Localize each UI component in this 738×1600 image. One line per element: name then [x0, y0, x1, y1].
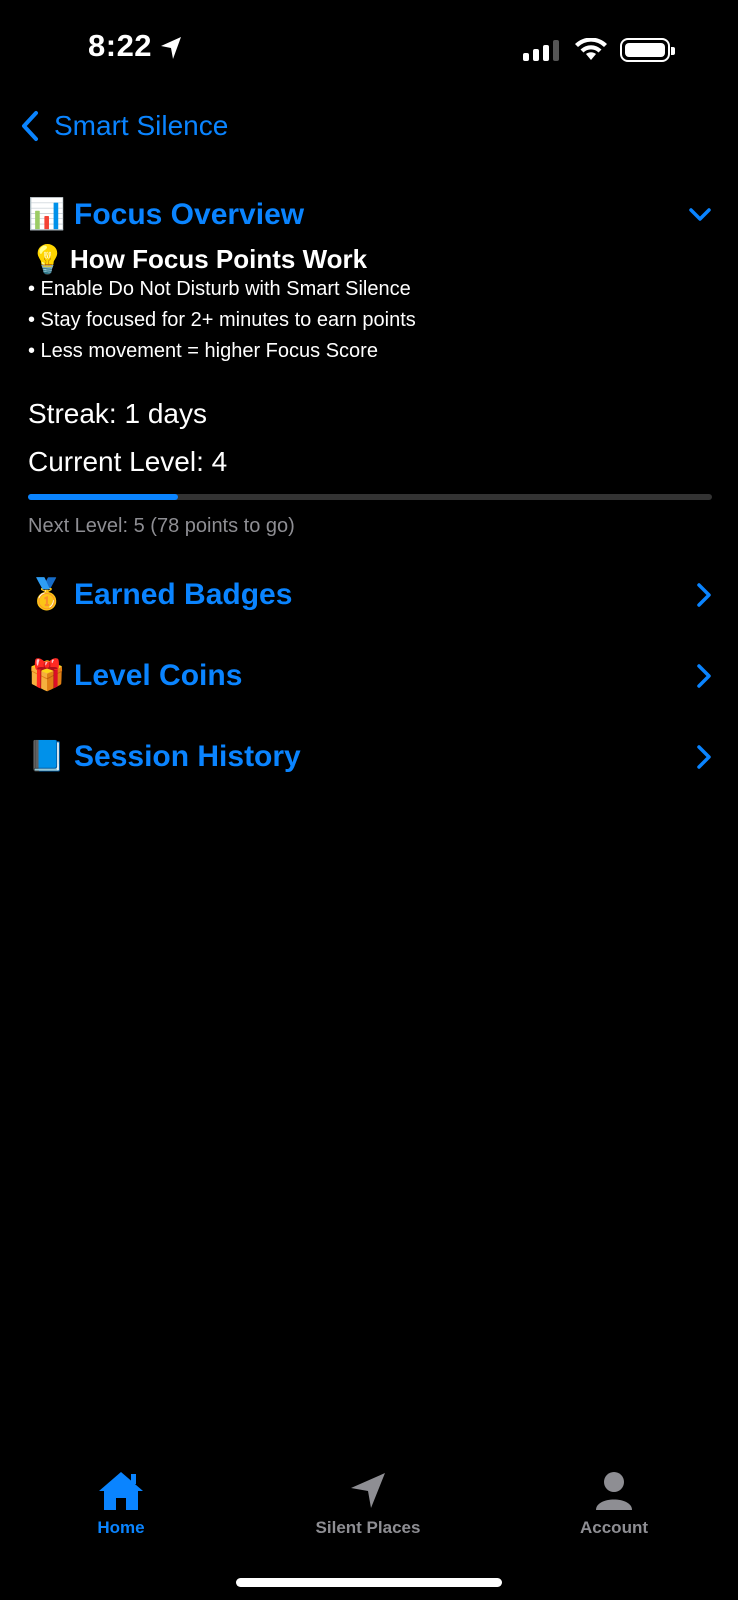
session-history-row[interactable]: 📘 Session History [28, 740, 712, 774]
chevron-right-icon [697, 664, 711, 688]
bullet-item: • Stay focused for 2+ minutes to earn po… [28, 309, 416, 331]
how-focus-points-heading: 💡 How Focus Points Work [30, 244, 367, 275]
earned-badges-row[interactable]: 🥇 Earned Badges [28, 578, 712, 612]
gift-icon: 🎁 [28, 659, 66, 692]
lightbulb-icon: 💡 [30, 243, 65, 275]
chevron-down-icon [689, 208, 711, 221]
bullet-item: • Enable Do Not Disturb with Smart Silen… [28, 278, 411, 300]
howto-title: How Focus Points Work [70, 244, 368, 274]
level-progress-bar [28, 494, 712, 500]
tab-account[interactable]: Account [534, 1470, 694, 1538]
level-progress-fill [28, 494, 179, 500]
medal-icon: 🥇 [28, 578, 66, 611]
tab-silent-places-label: Silent Places [315, 1518, 421, 1537]
level-coins-title: Level Coins [74, 659, 243, 692]
tab-home-label: Home [97, 1518, 145, 1537]
session-history-title: Session History [74, 740, 301, 773]
next-level-label: Next Level: 5 (78 points to go) [28, 515, 295, 537]
earned-badges-title: Earned Badges [74, 578, 293, 611]
book-icon: 📘 [28, 740, 66, 773]
status-time: 8:22 [88, 28, 153, 63]
back-button[interactable]: Smart Silence [20, 110, 228, 142]
focus-overview-header[interactable]: 📊 Focus Overview [28, 198, 712, 232]
person-icon [596, 1472, 632, 1510]
back-label: Smart Silence [54, 110, 229, 141]
tab-home[interactable]: Home [41, 1470, 201, 1538]
wifi-icon [575, 38, 607, 60]
tab-account-label: Account [580, 1518, 648, 1537]
streak-label: Streak: 1 days [28, 398, 207, 429]
house-icon [99, 1472, 143, 1510]
chart-emoji-icon: 📊 [28, 198, 66, 231]
focus-overview-title: Focus Overview [74, 198, 305, 231]
cellular-signal-icon [523, 40, 559, 61]
chevron-right-icon [697, 745, 711, 769]
battery-icon [620, 38, 675, 62]
chevron-right-icon [697, 583, 711, 607]
bullet-item: • Less movement = higher Focus Score [28, 340, 378, 362]
current-level-label: Current Level: 4 [28, 446, 228, 477]
tab-silent-places[interactable]: Silent Places [288, 1470, 448, 1538]
chevron-left-icon [22, 111, 38, 141]
level-coins-row[interactable]: 🎁 Level Coins [28, 659, 712, 693]
location-services-icon [161, 37, 181, 59]
location-arrow-icon [351, 1473, 385, 1508]
home-indicator [236, 1578, 502, 1587]
